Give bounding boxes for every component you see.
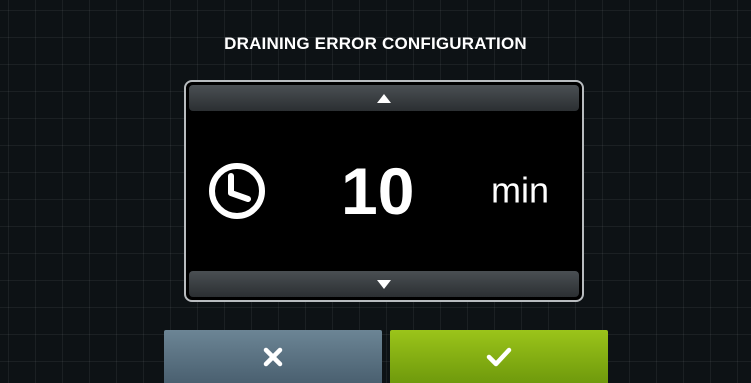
triangle-down-icon xyxy=(377,279,391,289)
x-icon xyxy=(263,347,283,366)
decrease-button[interactable] xyxy=(189,271,579,297)
setting-value: 10 xyxy=(341,154,415,228)
checkmark-icon xyxy=(486,347,512,366)
value-row: 10 min xyxy=(186,114,582,268)
page-title: DRAINING ERROR CONFIGURATION xyxy=(224,34,527,53)
value-panel: 10 min xyxy=(184,80,584,302)
cancel-button[interactable] xyxy=(164,330,382,383)
confirm-button[interactable] xyxy=(390,330,608,383)
setting-unit: min xyxy=(491,169,550,211)
triangle-up-icon xyxy=(377,93,391,103)
increase-button[interactable] xyxy=(189,85,579,111)
clock-icon xyxy=(209,163,265,219)
